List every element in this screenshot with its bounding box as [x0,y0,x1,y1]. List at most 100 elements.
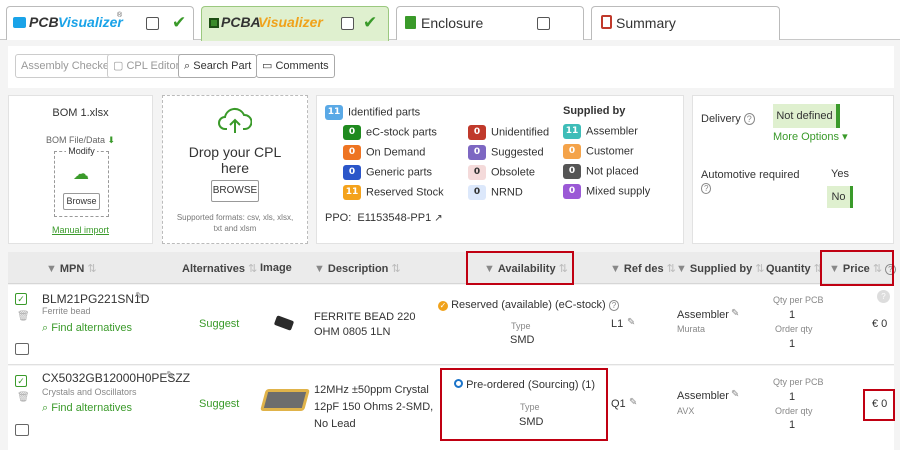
price-info-icon[interactable]: ? [877,290,890,303]
comment-icon[interactable] [15,343,29,355]
search-icon: ⌕ [42,402,49,414]
comments-button[interactable]: ▭ Comments [256,54,335,78]
sort-icon[interactable]: ⇅ [755,263,764,275]
stat-right-3: 0 Mixed supply [563,184,650,199]
manual-import-link[interactable]: Manual import [9,225,152,235]
automotive-no-option[interactable]: No [827,186,853,208]
tab-summary[interactable]: Summary [591,6,780,40]
find-alternatives-link[interactable]: ⌕ Find alternatives [42,402,132,415]
help-icon: ? [743,113,755,125]
stat-right-1: 0 Customer [563,144,634,159]
stat-label: Not placed [586,165,639,178]
automotive-yes-option[interactable]: Yes [827,163,853,185]
manufacturer-value: Murata [677,324,706,334]
bom-table-header: ▼ MPN ⇅ Alternatives ⇅ Image ▼ Description ⇅ … [8,252,896,284]
description-value: 12MHz ±50ppm Crystal 12pF 150 Ohms 2-SMD… [314,384,434,430]
column-description[interactable]: ▼ Description ⇅ [314,262,401,275]
qty-per-pcb-label: Qty per PCB [773,377,824,387]
column-ref-des[interactable]: ▼ Ref des ⇅ [610,262,676,275]
cpl-browse-button[interactable]: BROWSE [211,180,259,202]
tab-label-visualizer: Visualizer [258,14,323,30]
filter-icon[interactable]: ▼ [676,263,687,275]
count-badge: 0 [468,185,486,200]
sort-icon[interactable]: ⇅ [87,263,96,275]
edit-icon[interactable]: ✎ [731,389,739,400]
browse-button[interactable]: Browse [63,193,100,210]
tab-bar: PCB Visualizer ® ✔ PCBA Visualizer ✔ Enc… [0,0,900,41]
check-mark-icon: ✔ [363,13,378,33]
ref-des-value: Q1 [611,398,626,410]
edit-icon[interactable]: ✎ [627,317,635,328]
stat-label: Identified parts [348,106,421,119]
tab-label-pcb: PCB [29,14,59,30]
column-supplied-by[interactable]: ▼ Supplied by ⇅ [676,262,764,275]
sort-icon[interactable]: ⇅ [667,263,676,275]
tab-pcb-visualizer[interactable]: PCB Visualizer ® ✔ [6,6,194,40]
stat-label: Customer [586,145,634,158]
sort-icon[interactable]: ⇅ [248,263,257,275]
cpl-drop-zone[interactable]: Drop your CPL here BROWSE Supported form… [162,95,308,244]
count-badge: 11 [563,124,581,139]
tab-checkbox[interactable] [146,17,159,30]
sort-icon[interactable]: ⇅ [391,263,400,275]
identified-parts: 11 Identified parts [325,105,420,120]
tab-label-visualizer: Visualizer [58,14,123,30]
tab-checkbox[interactable] [341,17,354,30]
column-mpn[interactable]: ▼ MPN ⇅ [46,262,97,275]
suggest-link[interactable]: Suggest [199,398,239,410]
tab-pcba-visualizer[interactable]: PCBA Visualizer ✔ [201,6,389,41]
comment-icon[interactable] [15,424,29,436]
stat-label: Mixed supply [586,185,651,198]
delivery-select[interactable]: Not defined [773,104,840,128]
suggest-link[interactable]: Suggest [199,318,239,330]
cpl-editor-button[interactable]: ▢ CPL Editor [107,54,186,78]
tab-checkbox[interactable] [537,17,550,30]
column-quantity[interactable]: Quantity ⇅ [766,262,823,275]
delete-icon[interactable]: 🗑 [17,311,30,322]
search-part-button[interactable]: ⌕ Search Part [178,54,258,78]
more-options-link[interactable]: More Options ▾ [773,130,848,143]
filter-icon[interactable]: ▼ [610,263,621,275]
count-badge: 11 [343,185,361,200]
stat-label: Assembler [586,125,638,138]
stat-left-3: 11 Reserved Stock [343,185,444,200]
search-icon: ⌕ [42,322,49,334]
column-alternatives[interactable]: Alternatives ⇅ [182,262,257,275]
manufacturer-value: AVX [677,406,695,416]
order-qty-value: 1 [789,419,796,431]
bom-file-card: BOM 1.xlsx BOM File/Data ⬇ Modify ☁ Brow… [8,95,153,244]
row-status-icon: ✓ [15,293,27,305]
column-image: Image [260,262,292,274]
ref-des-value: L1 [611,318,624,330]
edit-icon[interactable]: ✎ [135,291,143,302]
delete-icon[interactable]: 🗑 [17,392,30,403]
supplied-by-value: Assembler [677,390,729,402]
order-qty-value: 1 [789,338,796,350]
filter-icon[interactable]: ▼ [314,263,325,275]
stat-label: On Demand [366,146,426,159]
supplied-by-heading: Supplied by [563,105,626,117]
tab-enclosure[interactable]: Enclosure [396,6,584,40]
highlight-availability-cell [440,368,608,441]
tab-label-pcba: PCBA [221,14,261,30]
find-alternatives-link[interactable]: ⌕ Find alternatives [42,322,132,335]
button-label: CPL Editor [126,60,180,72]
edit-icon[interactable]: ✎ [166,370,174,381]
bom-filename: BOM 1.xlsx [52,107,109,119]
filter-icon[interactable]: ▼ [46,263,57,275]
stat-label: Reserved Stock [366,186,444,199]
registered-mark: ® [117,12,123,19]
external-link-icon[interactable]: ↗ [434,213,442,224]
bom-file-data-link[interactable]: BOM File/Data ⬇ [9,135,152,146]
edit-icon[interactable]: ✎ [629,397,637,408]
part-category: Ferrite bead [42,306,91,316]
edit-icon[interactable]: ✎ [731,308,739,319]
part-image [260,389,310,411]
cloud-upload-icon [218,107,252,133]
cpl-drop-title: Drop your CPL here [188,144,282,176]
help-icon: ? [608,300,620,311]
assembly-checker-button[interactable]: Assembly Checker [15,54,119,78]
highlight-availability-header [466,251,574,285]
count-badge: 0 [343,145,361,160]
count-badge: 0 [563,144,581,159]
